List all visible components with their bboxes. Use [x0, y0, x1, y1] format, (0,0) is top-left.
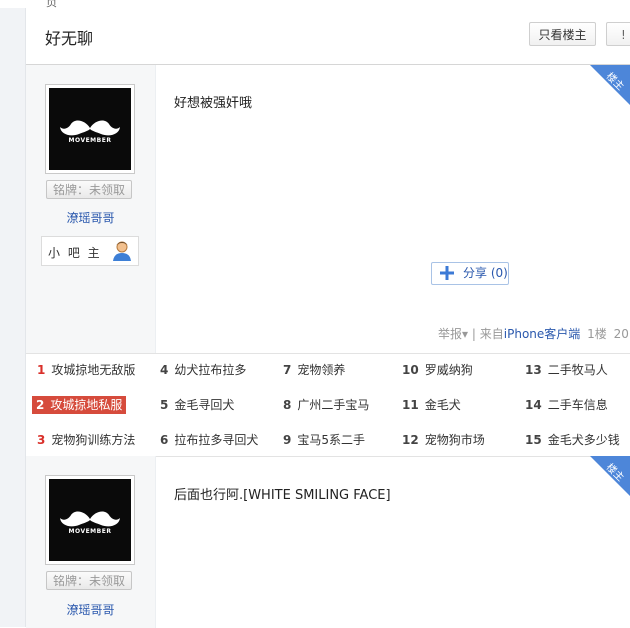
- hot-topic-item[interactable]: 10 罗威纳狗: [402, 361, 473, 379]
- post-time: 20: [613, 327, 629, 341]
- source-prefix: 来自: [479, 327, 504, 341]
- avatar-text: MOVEMBER: [68, 137, 112, 144]
- user-icon: [113, 241, 131, 261]
- post-floor-1: MOVEMBER 铭牌：未领取 潦瑶哥哥 小 吧 主 楼主 好想被强奸哦: [26, 65, 630, 353]
- top-fragment: 页: [46, 0, 57, 8]
- hot-topic-item[interactable]: 12 宠物狗市场: [402, 431, 485, 449]
- hot-topic-item[interactable]: 5 金毛寻回犬: [160, 396, 234, 414]
- avatar-image: MOVEMBER: [49, 479, 131, 561]
- role-label: 小 吧 主: [48, 246, 102, 260]
- author-username[interactable]: 潦瑶哥哥: [26, 209, 155, 226]
- hot-topic-item[interactable]: 11 金毛犬: [402, 396, 461, 414]
- reply-button-partial[interactable]: !: [606, 22, 630, 46]
- thread-title: 好无聊: [45, 29, 94, 48]
- floor-number: 1楼: [587, 327, 607, 341]
- avatar-text: MOVEMBER: [68, 528, 112, 535]
- post-floor-2: MOVEMBER 铭牌：未领取 潦瑶哥哥 楼主 后面也行阿.[WHITE SMI…: [26, 456, 630, 628]
- op-corner-tag: 楼主: [590, 456, 630, 496]
- author-sidebar: MOVEMBER 铭牌：未领取 潦瑶哥哥 小 吧 主: [26, 65, 156, 353]
- share-label: 分享 (0): [463, 266, 508, 280]
- hot-topic-item[interactable]: 13 二手牧马人: [525, 361, 608, 379]
- role-box: 小 吧 主: [41, 236, 139, 266]
- avatar-image: MOVEMBER: [49, 88, 131, 170]
- share-button[interactable]: 分享 (0): [431, 262, 509, 285]
- op-corner-tag: 楼主: [590, 65, 630, 105]
- hot-topic-item[interactable]: 9 宝马5系二手: [283, 431, 365, 449]
- hot-topic-item[interactable]: 3 宠物狗训练方法: [37, 431, 135, 449]
- thread-header: 好无聊 只看楼主 !: [26, 8, 630, 65]
- hot-topics: 1 攻城掠地无敌版 2 攻城掠地私服 3 宠物狗训练方法 4 幼犬拉布拉多 5 金毛寻回犬…: [26, 353, 630, 457]
- only-op-button[interactable]: 只看楼主: [529, 22, 596, 46]
- nameplate-badge[interactable]: 铭牌：未领取: [46, 571, 132, 590]
- source-link[interactable]: iPhone客户端: [504, 327, 581, 341]
- report-link[interactable]: 举报: [438, 327, 462, 341]
- hot-topic-item[interactable]: 2 攻城掠地私服: [32, 396, 127, 414]
- hot-topic-item[interactable]: 7 宠物领养: [283, 361, 345, 379]
- meta-separator: |: [471, 327, 476, 341]
- plus-icon: [440, 266, 454, 280]
- avatar[interactable]: MOVEMBER: [45, 84, 135, 174]
- author-sidebar: MOVEMBER 铭牌：未领取 潦瑶哥哥: [26, 456, 156, 628]
- hot-topic-item[interactable]: 6 拉布拉多寻回犬: [160, 431, 258, 449]
- hot-topic-item[interactable]: 15 金毛犬多少钱: [525, 431, 620, 449]
- nameplate-badge[interactable]: 铭牌：未领取: [46, 180, 132, 199]
- caret-down-icon[interactable]: ▾: [462, 327, 468, 341]
- avatar[interactable]: MOVEMBER: [45, 475, 135, 565]
- post-content: 好想被强奸哦: [174, 96, 253, 111]
- hot-topic-item[interactable]: 8 广州二手宝马: [283, 396, 369, 414]
- top-strip: 页: [0, 0, 630, 8]
- left-rail: [0, 0, 26, 627]
- moustache-icon: [60, 511, 120, 527]
- post-meta: 举报▾ | 来自iPhone客户端 1楼 20: [438, 325, 629, 342]
- hot-topic-item[interactable]: 4 幼犬拉布拉多: [160, 361, 246, 379]
- hot-topic-item[interactable]: 14 二手车信息: [525, 396, 608, 414]
- moustache-icon: [60, 120, 120, 136]
- post-content: 后面也行阿.[WHITE SMILING FACE]: [174, 488, 391, 503]
- author-username[interactable]: 潦瑶哥哥: [26, 601, 155, 618]
- hot-topic-item[interactable]: 1 攻城掠地无敌版: [37, 361, 135, 379]
